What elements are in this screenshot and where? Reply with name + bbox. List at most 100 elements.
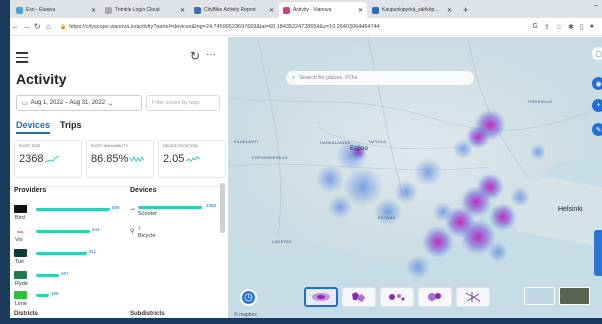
devices-heading: Devices [130, 187, 157, 194]
calendar-icon: ▭ [22, 100, 28, 107]
voi-logo-icon: voi. [14, 227, 27, 235]
browser-tab[interactable]: Esri - Etusivu ✕ [12, 2, 100, 18]
sidepanel-icon[interactable]: ▯ [580, 23, 584, 31]
panel-tabs: Devices Trips [16, 120, 82, 134]
routes-icon [465, 292, 481, 302]
sparkline-icon [130, 155, 145, 162]
provider-row[interactable]: Tier 611 [14, 249, 132, 271]
lime-logo-icon [14, 291, 27, 299]
providers-heading: Providers [14, 187, 47, 194]
map-search-input[interactable]: ⌕ Search for places, POIs [286, 71, 474, 85]
layer-hexagon-button[interactable] [342, 287, 376, 307]
chat-icon[interactable]: ▢ [592, 47, 602, 60]
device-row[interactable]: 1 ⚲ Bicycle [130, 225, 226, 247]
bicycle-icon: ⚲ [130, 229, 135, 235]
menu-icon[interactable] [16, 52, 28, 66]
extensions-icon[interactable]: ✱ [568, 23, 574, 31]
subdistricts-heading: Subdistricts [130, 311, 165, 317]
browser-tab[interactable]: Trimble Login Cloud ✕ [101, 2, 189, 18]
address-bar: ← → ↻ ⌂ 🔒 https://cityscope.vianova.io/a… [10, 18, 602, 36]
tab-favicon [283, 6, 290, 14]
tab-devices[interactable]: Devices [16, 120, 51, 134]
reload-icon[interactable]: ↻ [32, 22, 43, 31]
scooter-icon: ⇀ [130, 207, 136, 213]
provider-row[interactable]: Bird 889 [14, 205, 132, 227]
star-icon[interactable]: ☆ [556, 23, 562, 31]
page-title: Activity [16, 71, 67, 87]
date-range-picker[interactable]: ▭ Aug 1, 2022 – Aug 31, 2022 ⌄ [16, 95, 142, 111]
place-label: TAPIOLA [368, 139, 386, 144]
new-tab-button[interactable]: + [457, 2, 474, 18]
lock-icon: 🔒 [60, 23, 67, 30]
hexagon-icon [352, 292, 365, 302]
heatmap-view[interactable]: ⌕ Search for places, POIs KAUKLAHTI ESPO… [228, 37, 602, 318]
time-filter-button[interactable]: ◷ [240, 289, 257, 306]
browser-tab[interactable]: CityBike Activity Report ✕ [190, 2, 278, 18]
browser-toolbar: G ⇪ ☆ ✱ ▯ ● [532, 23, 594, 31]
sparkline-icon [186, 156, 201, 162]
forward-icon[interactable]: → [21, 22, 32, 31]
points-icon [389, 294, 405, 301]
layer-routes-button[interactable] [456, 287, 490, 307]
bird-logo-icon [14, 205, 27, 213]
more-options-icon[interactable]: ··· [206, 49, 216, 60]
basemap-light-button[interactable] [524, 287, 555, 305]
layer-zones-button[interactable] [418, 287, 452, 307]
url-field[interactable]: 🔒 https://cityscope.vianova.io/activity?… [60, 24, 532, 30]
back-icon[interactable]: ← [10, 22, 21, 31]
districts-heading: Districts [14, 311, 39, 317]
stat-fleet-availability[interactable]: Fleet availability 86.85% [86, 140, 154, 178]
basemap-switcher [524, 287, 590, 305]
tab-favicon [105, 6, 112, 14]
share-icon[interactable]: ⇪ [544, 23, 550, 31]
place-label: KAUKLAHTI [234, 139, 259, 144]
device-row[interactable]: 2368 ⇀ Scooter [130, 203, 226, 225]
layer-points-button[interactable] [380, 287, 414, 307]
layer-heatmap-button[interactable] [304, 287, 338, 307]
minimize-icon[interactable]: – [594, 2, 598, 9]
tab-trips[interactable]: Trips [60, 120, 82, 134]
place-label: LAGSTAD [272, 239, 292, 244]
chevron-down-icon: ⌄ [108, 100, 114, 107]
browser-tab[interactable]: Kaupunkipyörä_sähköp... ✕ [368, 2, 456, 18]
place-label: HANKALAINEN [320, 140, 351, 145]
basemap-satellite-button[interactable] [559, 287, 590, 305]
stat-fleet-size[interactable]: Fleet size 2368 [14, 140, 82, 178]
refresh-icon[interactable]: ↻ [190, 49, 200, 63]
place-label: ESTAMA [378, 215, 396, 220]
side-panel-toggle[interactable] [594, 230, 602, 276]
profile-icon[interactable]: ● [590, 23, 594, 31]
locate-icon[interactable]: ◉ [592, 77, 602, 90]
provider-bar [36, 230, 90, 233]
provider-row[interactable]: voi. Voi 644 [14, 227, 132, 249]
provider-row[interactable]: Ryde 267 [14, 271, 132, 293]
close-icon[interactable]: ✕ [447, 7, 452, 14]
edit-icon[interactable]: ✎ [592, 123, 602, 136]
provider-bar [36, 252, 87, 255]
heatmap-icon [312, 293, 330, 301]
close-icon[interactable]: ✕ [269, 7, 274, 14]
zoom-in-icon[interactable]: + [592, 99, 602, 112]
city-label: Helsinki [558, 206, 583, 213]
place-label: ITÄKESKUS [528, 99, 553, 104]
clock-icon: ◷ [244, 292, 253, 303]
layer-switcher [304, 287, 490, 307]
zone-filter-input[interactable]: Filter zones by tags [146, 95, 220, 111]
home-icon[interactable]: ⌂ [43, 22, 54, 31]
tab-favicon [372, 6, 379, 14]
tab-bar: Esri - Etusivu ✕ Trimble Login Cloud ✕ C… [10, 0, 602, 18]
place-label: ESPOONKESKUS [252, 155, 288, 160]
browser-window: Esri - Etusivu ✕ Trimble Login Cloud ✕ C… [10, 0, 602, 318]
ryde-logo-icon [14, 271, 27, 279]
translate-icon[interactable]: G [532, 23, 537, 31]
close-icon[interactable]: ✕ [91, 7, 96, 14]
close-icon[interactable]: ✕ [180, 7, 185, 14]
provider-bar [36, 208, 110, 211]
place-label: Espoo [350, 146, 369, 152]
activity-sidebar: ↻ ··· Activity ▭ Aug 1, 2022 – Aug 31, 2… [10, 37, 228, 318]
stat-device-rotation[interactable]: Device rotation 2.05 [158, 140, 226, 178]
close-icon[interactable]: ✕ [358, 7, 363, 14]
browser-tab-active[interactable]: Activity - Vianova ✕ [279, 2, 367, 18]
map-attribution: © mapbox [234, 312, 257, 318]
provider-row[interactable]: Lime 158 [14, 291, 132, 313]
